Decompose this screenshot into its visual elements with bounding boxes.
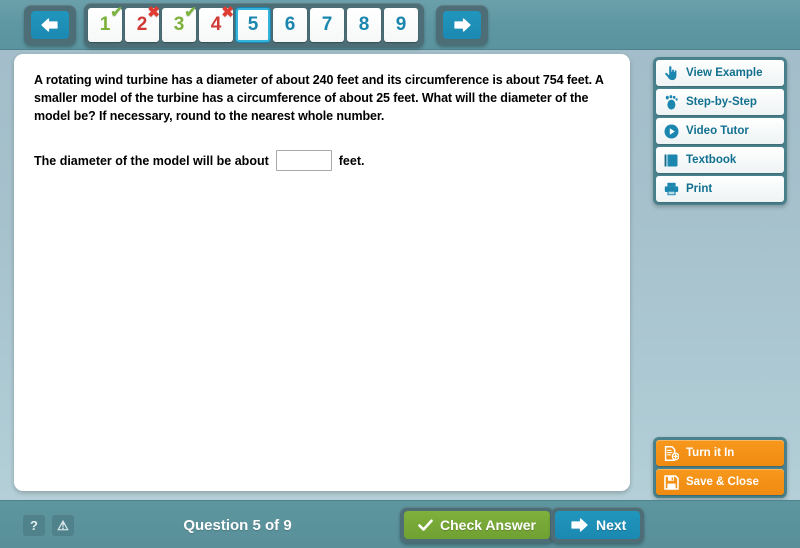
next-question-arrow-button[interactable] xyxy=(436,5,488,45)
help-icon: ? xyxy=(30,517,38,533)
question-tile-number: 7 xyxy=(321,14,333,35)
arrow-right-icon xyxy=(452,17,472,33)
question-tile-number: 5 xyxy=(247,14,259,35)
question-tile-8[interactable]: 8 xyxy=(347,8,381,42)
top-navigation-bar: 1 ✔ 2 ✖ 3 ✔ 4 ✖ 5 6 7 8 9 xyxy=(0,0,800,50)
previous-question-button[interactable] xyxy=(24,5,76,45)
book-icon xyxy=(663,152,679,168)
previous-question-button-face xyxy=(31,11,69,39)
resource-button-label: Step-by-Step xyxy=(686,96,757,108)
question-content-panel: A rotating wind turbine has a diameter o… xyxy=(14,54,630,491)
question-tile-tray: 1 ✔ 2 ✖ 3 ✔ 4 ✖ 5 6 7 8 9 xyxy=(84,3,424,47)
submit-button-save-close[interactable]: Save & Close xyxy=(656,469,784,495)
question-tile-number: 6 xyxy=(284,14,296,35)
incorrect-cross-icon: ✖ xyxy=(221,4,234,21)
arrow-left-icon xyxy=(40,17,60,33)
answer-suffix-label: feet. xyxy=(338,153,365,168)
pointing-hand-icon xyxy=(663,65,679,81)
question-tile-7[interactable]: 7 xyxy=(310,8,344,42)
checkmark-icon xyxy=(418,519,433,532)
resource-button-textbook[interactable]: Textbook xyxy=(656,147,784,173)
submit-button-label: Turn it In xyxy=(686,447,735,459)
answer-entry-row: The diameter of the model will be about … xyxy=(34,150,610,172)
resource-button-label: Textbook xyxy=(686,154,737,166)
answer-prefix-label: The diameter of the model will be about xyxy=(34,153,269,168)
help-button[interactable]: ? xyxy=(23,514,45,536)
question-tile-number: 9 xyxy=(395,14,407,35)
question-tile-2[interactable]: 2 ✖ xyxy=(125,4,160,42)
arrow-right-icon xyxy=(569,517,589,533)
submit-button-tray: Turn it In Save & Close xyxy=(653,437,787,498)
next-label: Next xyxy=(596,517,627,533)
resource-button-label: Video Tutor xyxy=(686,125,749,137)
check-answer-button[interactable]: Check Answer xyxy=(400,507,554,543)
question-tile-4[interactable]: 4 ✖ xyxy=(199,4,234,42)
next-question-button-face xyxy=(443,11,481,39)
floppy-disk-icon xyxy=(663,474,679,490)
question-counter: Question 5 of 9 xyxy=(183,517,292,534)
resource-button-label: View Example xyxy=(686,67,763,79)
resource-button-view-example[interactable]: View Example xyxy=(656,60,784,86)
submit-button-turn-it-in[interactable]: Turn it In xyxy=(656,440,784,466)
question-tile-1[interactable]: 1 ✔ xyxy=(88,4,123,42)
question-body-text: A rotating wind turbine has a diameter o… xyxy=(34,73,604,123)
footer-bar: ? ⚠ Question 5 of 9 Check Answer Next xyxy=(0,500,800,548)
resource-button-tray: View Example Step-by-Step Video Tutor Textb… xyxy=(653,57,787,205)
question-tile-5[interactable]: 5 xyxy=(236,8,270,42)
report-issue-button[interactable]: ⚠ xyxy=(52,514,74,536)
question-tile-number: 2 xyxy=(136,14,148,35)
question-tile-number: 3 xyxy=(173,14,185,35)
resource-button-print[interactable]: Print xyxy=(656,176,784,202)
question-tile-3[interactable]: 3 ✔ xyxy=(162,4,197,42)
resource-button-label: Print xyxy=(686,183,713,195)
footprint-icon xyxy=(663,94,679,110)
submit-button-label: Save & Close xyxy=(686,476,759,488)
correct-check-icon: ✔ xyxy=(110,4,123,21)
resource-button-video-tutor[interactable]: Video Tutor xyxy=(656,118,784,144)
check-answer-button-face: Check Answer xyxy=(404,511,550,539)
question-tile-9[interactable]: 9 xyxy=(384,8,418,42)
correct-check-icon: ✔ xyxy=(184,4,197,21)
document-submit-icon xyxy=(663,445,679,461)
resource-button-step-by-step[interactable]: Step-by-Step xyxy=(656,89,784,115)
warning-triangle-icon: ⚠ xyxy=(57,517,69,533)
question-tile-6[interactable]: 6 xyxy=(273,8,307,42)
incorrect-cross-icon: ✖ xyxy=(147,4,160,21)
question-tile-number: 8 xyxy=(358,14,370,35)
check-answer-label: Check Answer xyxy=(440,517,536,533)
next-button[interactable]: Next xyxy=(551,507,645,543)
question-tile-number: 4 xyxy=(210,14,222,35)
next-button-face: Next xyxy=(555,511,641,539)
printer-icon xyxy=(663,181,679,197)
play-circle-icon xyxy=(663,123,679,139)
question-tile-number: 1 xyxy=(99,14,111,35)
answer-input[interactable] xyxy=(275,150,332,172)
